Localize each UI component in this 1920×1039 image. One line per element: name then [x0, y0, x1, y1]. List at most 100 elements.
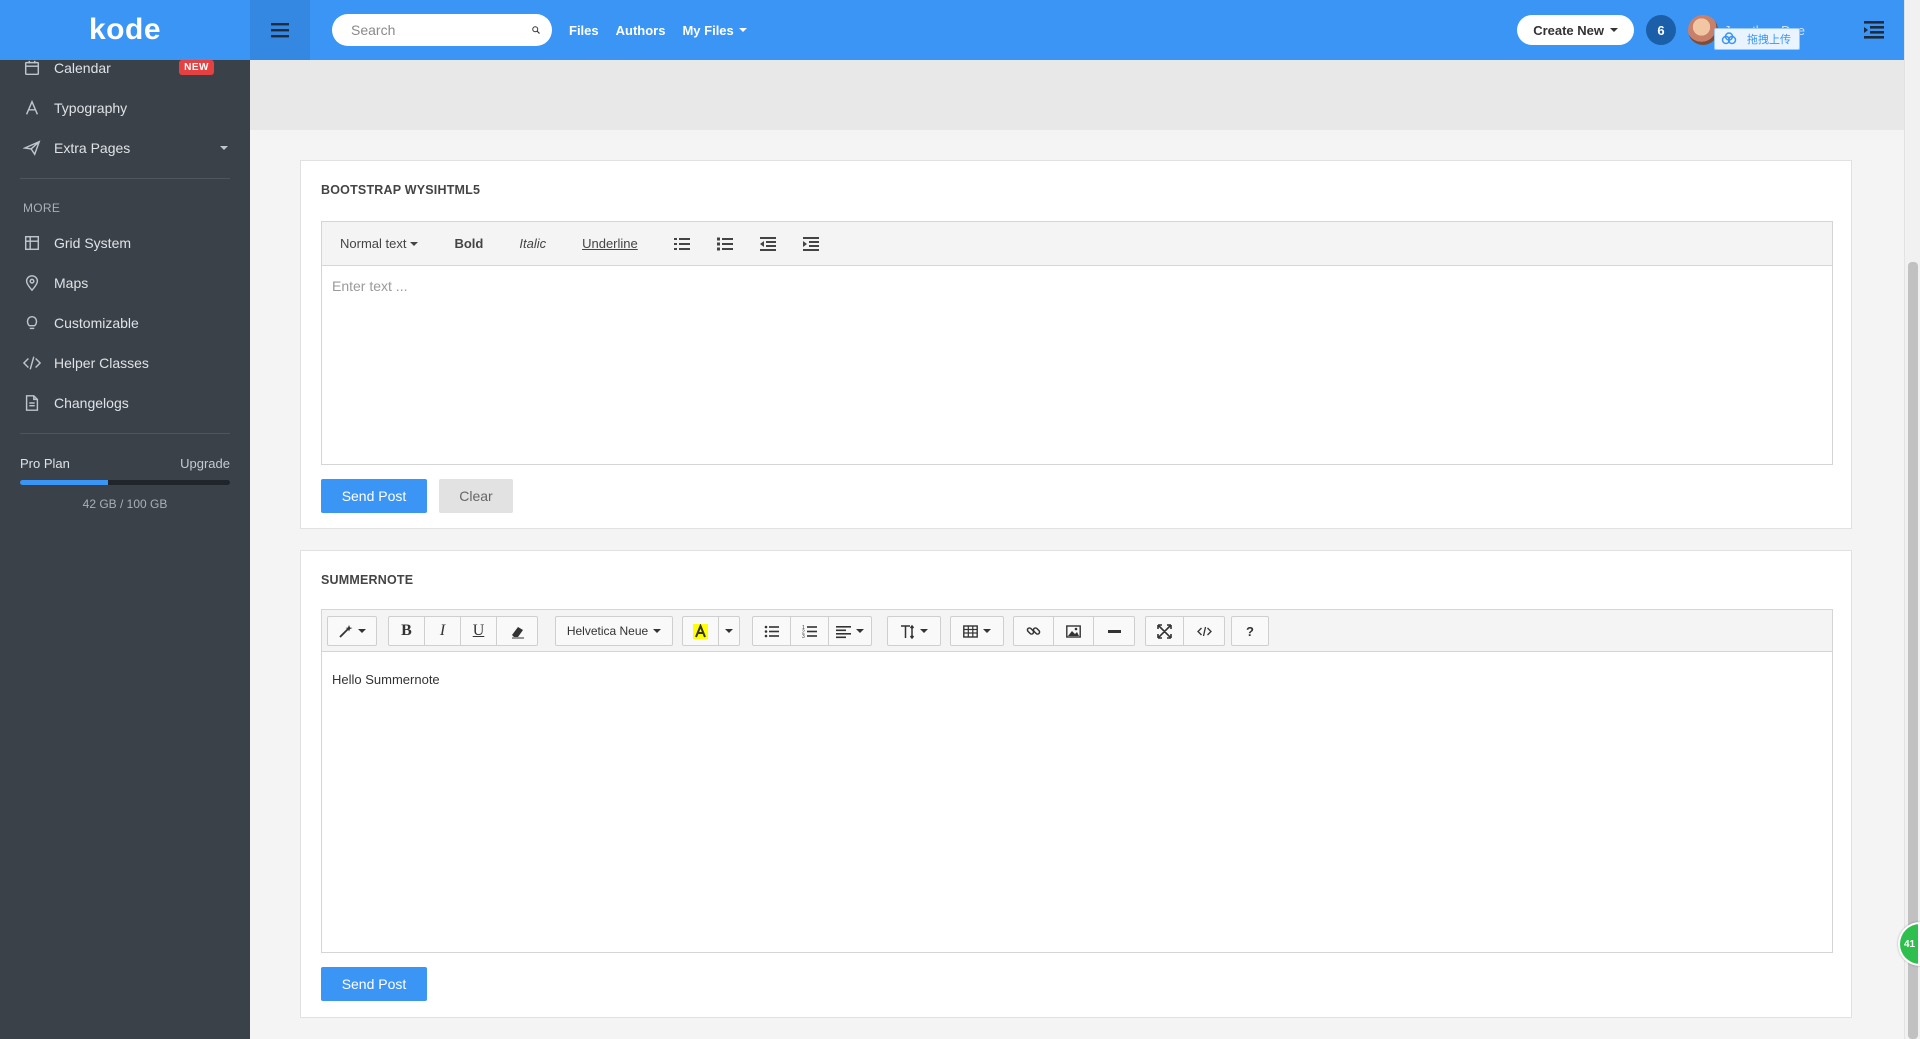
fullscreen-button[interactable]	[1146, 617, 1184, 645]
text-height-icon	[901, 624, 915, 639]
horizontal-rule-icon	[1107, 629, 1121, 633]
sidebar-item-label: Maps	[54, 275, 89, 291]
sidebar-item-label: Helper Classes	[54, 355, 149, 371]
plan-usage-text: 42 GB / 100 GB	[82, 497, 168, 511]
insert-hr-button[interactable]	[1094, 617, 1134, 645]
underline-button[interactable]: Underline	[582, 236, 638, 251]
chevron-down-icon	[653, 629, 662, 633]
magic-wand-icon	[339, 624, 353, 638]
chevron-down-icon	[738, 28, 747, 32]
ordered-list-icon[interactable]	[716, 237, 733, 251]
document-icon	[22, 393, 42, 413]
clear-format-button[interactable]	[497, 617, 537, 645]
bold-button[interactable]: B	[389, 617, 425, 645]
send-post-button[interactable]: Send Post	[321, 479, 427, 513]
ordered-list-button[interactable]: 123	[791, 617, 829, 645]
sidebar-item-calendar[interactable]: Calendar NEW	[0, 48, 250, 88]
nav-link-files[interactable]: Files	[569, 23, 599, 38]
sidebar-item-label: Typography	[54, 100, 128, 116]
sidebar-item-extra-pages[interactable]: Extra Pages	[0, 128, 250, 168]
nav-link-label: Authors	[615, 22, 666, 38]
code-view-button[interactable]	[1184, 617, 1224, 645]
table-dropdown[interactable]	[951, 617, 1003, 645]
italic-button[interactable]: I	[425, 617, 461, 645]
list-indent-icon	[1864, 21, 1884, 39]
upgrade-link[interactable]: Upgrade	[180, 456, 230, 471]
underline-button[interactable]: U	[461, 617, 497, 645]
drag-upload-label: 拖拽上传	[1747, 34, 1791, 46]
align-dropdown-button[interactable]	[829, 617, 871, 645]
chevron-down-icon	[725, 629, 733, 633]
right-panel-toggle-button[interactable]	[1844, 0, 1904, 60]
chevron-down-icon	[410, 241, 419, 246]
plan-usage-bar	[20, 480, 230, 485]
unordered-list-icon[interactable]	[673, 237, 690, 251]
bold-button[interactable]: Bold	[454, 236, 483, 251]
brand-name: kode	[88, 13, 162, 46]
nav-link-my-files[interactable]: My Files	[682, 22, 747, 38]
text-format-dropdown[interactable]: Normal text	[340, 236, 419, 251]
ordered-list-icon: 123	[802, 625, 817, 639]
sidebar-item-helper-classes[interactable]: Helper Classes	[0, 343, 250, 383]
sidebar-item-label: Extra Pages	[54, 140, 131, 156]
indent-icon[interactable]	[802, 236, 819, 251]
summernote-editor[interactable]: Hello Summernote	[321, 651, 1833, 953]
color-group	[682, 616, 740, 646]
sidebar-divider	[20, 433, 230, 434]
chevron-down-icon	[358, 629, 366, 633]
font-name-dropdown[interactable]: Helvetica Neue	[556, 617, 672, 645]
page-scrollbar[interactable]	[1904, 0, 1920, 1039]
chevron-down-icon	[983, 629, 991, 633]
map-pin-icon	[22, 273, 42, 293]
grid-icon	[22, 233, 42, 253]
format-label: Normal text	[340, 236, 407, 251]
create-new-button[interactable]: Create New	[1517, 15, 1634, 45]
wysihtml5-textarea[interactable]	[332, 278, 1822, 452]
send-post-button[interactable]: Send Post	[321, 967, 427, 1001]
sidebar-item-typography[interactable]: Typography	[0, 88, 250, 128]
nav-link-authors[interactable]: Authors	[616, 23, 666, 38]
card-title: SUMMERNOTE	[321, 573, 414, 587]
hamburger-menu-button[interactable]	[250, 0, 310, 60]
highlight-color-button[interactable]	[683, 617, 719, 645]
outdent-icon[interactable]	[759, 236, 776, 251]
unordered-list-button[interactable]	[753, 617, 791, 645]
notification-count-badge[interactable]: 6	[1646, 15, 1676, 45]
editor-content: Hello Summernote	[332, 672, 440, 687]
clear-button[interactable]: Clear	[439, 479, 513, 513]
font-name-group: Helvetica Neue	[555, 616, 673, 646]
style-group	[327, 616, 377, 646]
sidebar: kode Calendar NEW Typography Extra Pages…	[0, 0, 250, 1039]
typography-icon	[22, 98, 42, 118]
search-icon[interactable]	[532, 22, 540, 38]
table-group	[950, 616, 1004, 646]
chevron-down-icon	[1610, 28, 1618, 32]
chevron-down-icon	[920, 629, 928, 633]
italic-button[interactable]: Italic	[519, 236, 546, 251]
style-dropdown-button[interactable]	[328, 617, 376, 645]
sidebar-item-customizable[interactable]: Customizable	[0, 303, 250, 343]
sidebar-item-label: Changelogs	[54, 395, 129, 411]
search-input[interactable]	[351, 22, 532, 38]
chevron-down-icon	[220, 146, 228, 150]
image-icon	[1066, 624, 1081, 638]
font-style-group: B I U	[388, 616, 538, 646]
color-dropdown-button[interactable]	[719, 617, 739, 645]
line-height-dropdown[interactable]	[888, 617, 940, 645]
sidebar-item-changelogs[interactable]: Changelogs	[0, 383, 250, 423]
create-new-label: Create New	[1533, 22, 1604, 38]
help-button[interactable]: ?	[1232, 617, 1268, 645]
plan-name: Pro Plan	[20, 456, 70, 471]
drag-upload-button[interactable]: 拖拽上传	[1714, 28, 1800, 50]
insert-image-button[interactable]	[1054, 617, 1094, 645]
sidebar-item-maps[interactable]: Maps	[0, 263, 250, 303]
card-title: BOOTSTRAP WYSIHTML5	[321, 183, 481, 197]
fullscreen-icon	[1157, 623, 1172, 639]
font-name-label: Helvetica Neue	[566, 624, 649, 638]
new-badge: NEW	[179, 60, 214, 75]
insert-link-button[interactable]	[1014, 617, 1054, 645]
nav-link-label: My Files	[682, 22, 734, 38]
sidebar-item-grid-system[interactable]: Grid System	[0, 223, 250, 263]
plan-widget: Pro Plan Upgrade 42 GB / 100 GB	[0, 444, 250, 511]
paragraph-group: 123	[752, 616, 872, 646]
